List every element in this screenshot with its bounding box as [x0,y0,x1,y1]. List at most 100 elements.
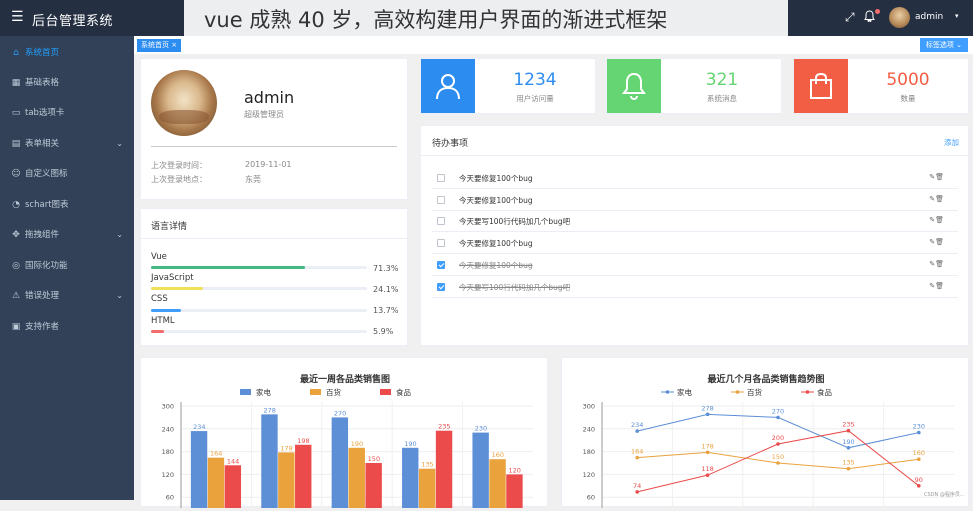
language-progress [151,266,367,269]
todo-text: 今天要修复100个bug [459,261,533,270]
warning-icon: ⚠ [11,291,21,301]
language-progress-fill [151,309,181,312]
y-tick-label: 240 [583,425,595,433]
legend-label: 家电 [256,387,271,397]
chart-title: 最近一周各品类销售图 [300,373,390,385]
sidebar-item-label: 基础表格 [25,78,60,88]
sidebar-item-i18n[interactable]: ◎ 国际化功能 [0,251,134,281]
add-todo-button[interactable]: 添加 [944,137,959,148]
profile-role: 超级管理员 [244,110,284,119]
data-label: 230 [913,423,925,431]
bell-icon[interactable] [864,10,875,27]
sidebar-item-table[interactable]: ▦ 基础表格 [0,68,134,98]
sidebar-item-dashboard[interactable]: ⌂ 系统首页 [0,38,134,68]
last-login-place-label: 上次登录地点： [151,175,207,184]
fullscreen-icon[interactable]: ⤢ [845,10,855,24]
data-label: 120 [508,466,520,474]
language-name: Vue [151,252,167,262]
data-label: 235 [438,423,450,431]
edit-delete-icons[interactable]: ✎🗑 [929,195,944,203]
data-point [917,484,921,488]
todo-checkbox[interactable] [437,239,445,247]
sidebar-item-label: 国际化功能 [25,261,68,271]
smile-icon: ☺ [11,169,21,179]
todo-item: 今天要修复100个bug ✎🗑 [432,233,958,254]
data-label: 74 [633,482,641,490]
stat-value: 1234 [513,70,557,90]
bar [365,463,382,511]
data-point [846,446,851,450]
language-progress-fill [151,266,305,269]
user-icon [421,59,475,113]
bar [348,447,365,511]
data-label: 160 [913,449,925,457]
todo-checkbox[interactable] [437,217,445,225]
edit-delete-icons[interactable]: ✎🗑 [929,238,944,246]
todo-checkbox[interactable] [437,174,445,182]
bar [506,474,523,511]
tag-dashboard[interactable]: 系统首页 × [137,39,182,52]
tag-options-button[interactable]: 标签选项 ⌄ [919,38,968,52]
last-login-place: 东莞 [245,175,261,184]
y-tick-label: 60 [166,494,174,502]
language-percent: 24.1% [373,285,399,294]
language-card-title: 语言详情 [151,222,188,232]
divider [151,146,397,147]
tab-icon: ▭ [11,108,21,118]
todo-text: 今天要写100行代码加几个bug吧 [459,283,571,292]
data-label: 90 [915,476,923,484]
y-tick-label: 180 [583,448,595,456]
todo-checkbox[interactable] [437,283,445,291]
sidebar-item-tabs[interactable]: ▭ tab选项卡 [0,98,134,128]
sidebar-item-label: 表单相关 [25,139,60,149]
language-percent: 5.9% [373,327,394,336]
bar [435,430,453,511]
line-chart: 最近几个月各品类销售趋势图家电 百货 食品 60 120 180 240 300 234 278 2… [583,373,965,511]
menu-icon[interactable]: ☰ [11,10,24,24]
data-label: 190 [351,440,363,448]
data-point [846,466,851,471]
language-progress [151,287,367,290]
stat-value: 5000 [886,70,930,90]
data-label: 235 [842,421,854,429]
y-tick-label: 300 [162,403,174,411]
data-point [635,429,639,433]
edit-delete-icons[interactable]: ✎🗑 [929,260,944,268]
todo-checkbox[interactable] [437,261,445,269]
bar [418,468,436,511]
sidebar-item-forms[interactable]: ▤ 表单相关 ⌄ [0,129,134,159]
edit-delete-icons[interactable]: ✎🗑 [929,173,944,181]
chevron-down-icon[interactable]: ▾ [955,12,959,20]
sidebar-item-drag[interactable]: ✥ 拖拽组件 ⌄ [0,220,134,250]
table-icon: ▦ [11,78,21,88]
data-label: 198 [297,437,309,445]
y-tick-label: 300 [583,403,595,411]
sidebar-item-charts[interactable]: ◔ schart图表 [0,190,134,220]
y-tick-label: 120 [162,471,174,479]
language-name: CSS [151,294,168,304]
todo-checkbox[interactable] [437,196,445,204]
sidebar-item-label: tab选项卡 [25,108,65,118]
bar [190,431,208,511]
sidebar-item-errors[interactable]: ⚠ 错误处理 ⌄ [0,281,134,311]
legend-marker [805,390,810,394]
watermark: CSDN @程序员... [924,491,965,498]
todo-text: 今天要修复100个bug [459,196,533,205]
legend-swatch [310,389,321,395]
data-label: 150 [772,453,784,461]
data-point [917,430,921,435]
language-percent: 71.3% [373,264,399,273]
user-name[interactable]: admin [915,12,943,22]
user-avatar[interactable] [889,7,910,28]
legend-marker [735,390,740,394]
todo-item: 今天要写100行代码加几个bug吧 ✎🗑 [432,211,958,232]
data-label: 270 [334,409,346,417]
legend-swatch [240,389,251,395]
edit-delete-icons[interactable]: ✎🗑 [929,216,944,224]
data-point [776,415,780,420]
sidebar-item-label: 支持作者 [25,322,60,332]
sidebar-item-donate[interactable]: ▣ 支持作者 [0,312,134,342]
data-label: 234 [193,423,205,431]
sidebar-item-icons[interactable]: ☺ 自定义图标 [0,159,134,189]
edit-delete-icons[interactable]: ✎🗑 [929,282,944,290]
